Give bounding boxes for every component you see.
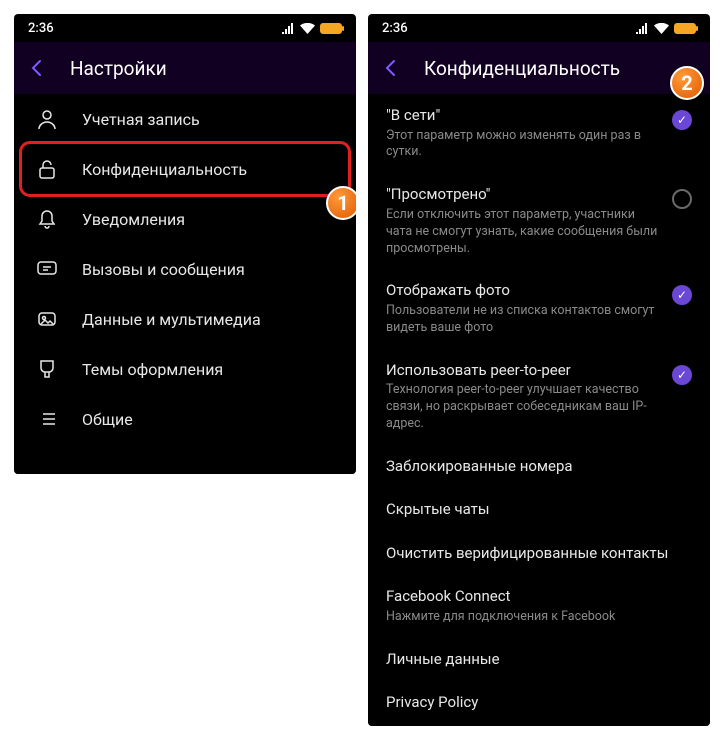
setting-photo[interactable]: Отображать фото Пользователи не из списк… <box>368 269 710 348</box>
signal-icon <box>281 23 295 34</box>
radio-checked-icon[interactable] <box>672 285 692 305</box>
setting-title: Очистить верифицированные контакты <box>386 544 692 564</box>
menu-item-calls[interactable]: Вызовы и сообщения <box>14 244 356 294</box>
setting-title: Скрытые чаты <box>386 500 692 520</box>
wifi-icon <box>300 23 315 34</box>
header: Настройки <box>14 42 356 94</box>
setting-seen[interactable]: "Просмотрено" Если отключить этот параме… <box>368 173 710 269</box>
battery-icon <box>320 23 342 34</box>
menu-item-media[interactable]: Данные и мультимедиа <box>14 294 356 344</box>
menu-label: Данные и мультимедиа <box>82 310 261 329</box>
signal-icon <box>635 23 649 34</box>
menu-item-privacy[interactable]: Конфиденциальность <box>22 144 348 194</box>
radio-checked-icon[interactable] <box>672 110 692 130</box>
setting-p2p[interactable]: Использовать peer-to-peer Технология pee… <box>368 349 710 445</box>
wifi-icon <box>654 23 669 34</box>
battery-icon <box>674 23 696 34</box>
setting-desc: Пользователи не из списка контактов смог… <box>386 303 662 337</box>
page-title: Настройки <box>70 57 167 80</box>
setting-title: Личные данные <box>386 650 692 670</box>
setting-personal-data[interactable]: Личные данные <box>368 638 710 682</box>
setting-desc: Нажмите для подключения к Facebook <box>386 609 692 626</box>
menu-item-notifications[interactable]: Уведомления <box>14 194 356 244</box>
setting-hidden[interactable]: Скрытые чаты <box>368 488 710 532</box>
setting-desc: Если отключить этот параметр, участники … <box>386 207 662 258</box>
chat-icon <box>36 258 58 280</box>
media-icon <box>36 308 58 330</box>
menu-label: Уведомления <box>82 210 185 229</box>
account-icon <box>36 108 58 130</box>
phone-settings-screen: 2:36 Настройки Учетная запись К <box>14 14 356 474</box>
status-bar: 2:36 <box>368 14 710 42</box>
menu-label: Конфиденциальность <box>82 160 247 179</box>
setting-desc: Этот параметр можно изменять один раз в … <box>386 128 662 162</box>
step-marker-1: 1 <box>326 186 356 220</box>
phone-privacy-screen: 2:36 Конфиденциальность "В сети" Этот па… <box>368 14 710 726</box>
status-icons <box>635 23 696 34</box>
setting-title: Использовать peer-to-peer <box>386 361 662 381</box>
setting-facebook[interactable]: Facebook Connect Нажмите для подключения… <box>368 575 710 637</box>
radio-unchecked-icon[interactable] <box>672 189 692 209</box>
setting-privacy-policy[interactable]: Privacy Policy <box>368 681 710 725</box>
page-title: Конфиденциальность <box>424 57 620 80</box>
setting-clear-verified[interactable]: Очистить верифицированные контакты <box>368 532 710 576</box>
lock-icon <box>36 158 58 180</box>
status-time: 2:36 <box>382 21 408 36</box>
setting-title: Отображать фото <box>386 281 662 301</box>
settings-list: Учетная запись Конфиденциальность Уведом… <box>14 94 356 474</box>
brush-icon <box>36 358 58 380</box>
setting-title: Privacy Policy <box>386 693 692 713</box>
status-time: 2:36 <box>28 21 54 36</box>
setting-desc: Технология peer-to-peer улучшает качеств… <box>386 382 662 433</box>
privacy-list: "В сети" Этот параметр можно изменять од… <box>368 94 710 726</box>
list-icon <box>36 408 58 430</box>
step-marker-2: 2 <box>670 66 704 100</box>
menu-label: Вызовы и сообщения <box>82 260 245 279</box>
setting-title: "В сети" <box>386 106 662 126</box>
radio-checked-icon[interactable] <box>672 365 692 385</box>
setting-title: "Просмотрено" <box>386 185 662 205</box>
status-bar: 2:36 <box>14 14 356 42</box>
bell-icon <box>36 208 58 230</box>
menu-item-account[interactable]: Учетная запись <box>14 94 356 144</box>
header: Конфиденциальность <box>368 42 710 94</box>
menu-item-themes[interactable]: Темы оформления <box>14 344 356 394</box>
back-icon[interactable] <box>382 58 402 78</box>
menu-label: Общие <box>82 410 133 429</box>
status-icons <box>281 23 342 34</box>
setting-title: Заблокированные номера <box>386 457 692 477</box>
back-icon[interactable] <box>28 58 48 78</box>
setting-online[interactable]: "В сети" Этот параметр можно изменять од… <box>368 94 710 173</box>
setting-title: Facebook Connect <box>386 587 692 607</box>
menu-label: Темы оформления <box>82 360 223 379</box>
menu-item-general[interactable]: Общие <box>14 394 356 444</box>
menu-label: Учетная запись <box>82 110 200 129</box>
setting-blocked[interactable]: Заблокированные номера <box>368 445 710 489</box>
